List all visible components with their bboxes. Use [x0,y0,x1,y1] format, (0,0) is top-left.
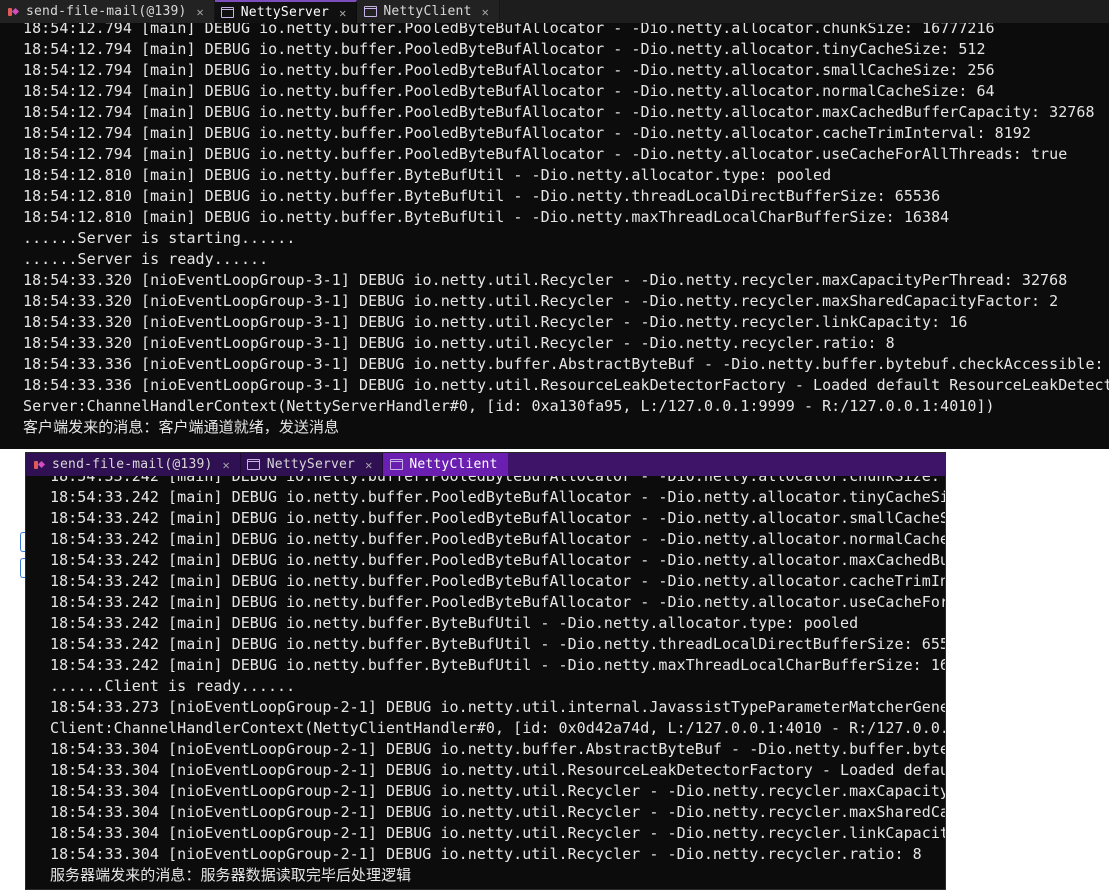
terminal-icon [389,458,403,472]
close-icon[interactable]: ✕ [223,458,230,472]
terminal-line: 服务器端发来的消息：服务器数据读取完毕后处理逻辑 [50,866,412,884]
terminal-line: Server:ChannelHandlerContext(NettyServer… [23,397,995,415]
terminal-line: 18:54:12.794 [main] DEBUG io.netty.buffe… [23,124,1031,142]
client-terminal-window[interactable]: send-file-mail(@139) ✕ NettyServer ✕ Net… [26,453,945,889]
git-branch-icon [6,5,20,19]
terminal-icon [221,6,235,20]
tab-label: send-file-mail(@139) [26,4,187,19]
terminal-line: 18:54:33.304 [nioEventLoopGroup-2-1] DEB… [50,845,922,863]
close-icon[interactable]: ✕ [197,5,204,19]
tab-send-file-mail[interactable]: send-file-mail(@139) ✕ [26,453,241,476]
close-icon[interactable]: ✕ [482,5,489,19]
terminal-line: 18:54:12.794 [main] DEBUG io.netty.buffe… [23,23,995,37]
terminal-line: 18:54:33.304 [nioEventLoopGroup-2-1] DEB… [50,824,945,842]
editor-gutter-marks [0,520,27,620]
terminal-line: 18:54:33.320 [nioEventLoopGroup-3-1] DEB… [23,292,1059,310]
terminal-line: 18:54:33.336 [nioEventLoopGroup-3-1] DEB… [23,355,1109,373]
terminal-line: 18:54:33.242 [main] DEBUG io.netty.buffe… [50,614,859,632]
server-terminal-window[interactable]: send-file-mail(@139) ✕ NettyServer ✕ Net… [0,0,1109,449]
tab-netty-client[interactable]: NettyClient ✕ [357,0,500,23]
terminal-output[interactable]: 18:54:33.242 [main] DEBUG io.netty.buffe… [26,476,945,889]
terminal-line: 18:54:33.273 [nioEventLoopGroup-2-1] DEB… [50,698,945,716]
tab-bar: send-file-mail(@139) ✕ NettyServer ✕ Net… [0,0,1109,23]
terminal-line: 18:54:33.242 [main] DEBUG io.netty.buffe… [50,551,945,569]
tab-label: NettyServer [266,457,356,472]
terminal-line: ......Client is ready...... [50,677,296,695]
terminal-line: 18:54:12.810 [main] DEBUG io.netty.buffe… [23,187,941,205]
terminal-output[interactable]: 18:54:12.794 [main] DEBUG io.netty.buffe… [0,23,1109,449]
terminal-line: 18:54:33.242 [main] DEBUG io.netty.buffe… [50,488,945,506]
terminal-icon [363,5,377,19]
tab-bar: send-file-mail(@139) ✕ NettyServer ✕ Net… [26,453,945,476]
terminal-line: 18:54:12.794 [main] DEBUG io.netty.buffe… [23,61,995,79]
tab-label: NettyClient [409,457,498,472]
terminal-line: 18:54:12.794 [main] DEBUG io.netty.buffe… [23,82,995,100]
terminal-line: ......Server is starting...... [23,229,296,247]
terminal-line: 18:54:33.242 [main] DEBUG io.netty.buffe… [50,593,945,611]
terminal-line: 18:54:12.794 [main] DEBUG io.netty.buffe… [23,103,1095,121]
tab-netty-client[interactable]: NettyClient [383,453,509,476]
terminal-lines: 18:54:33.242 [main] DEBUG io.netty.buffe… [50,476,945,886]
terminal-line: 18:54:33.242 [main] DEBUG io.netty.buffe… [50,572,945,590]
terminal-line: 18:54:12.810 [main] DEBUG io.netty.buffe… [23,208,950,226]
tab-netty-server[interactable]: NettyServer ✕ [214,0,358,23]
tab-label: NettyClient [383,4,472,19]
terminal-line: 18:54:33.242 [main] DEBUG io.netty.buffe… [50,476,945,485]
terminal-icon [247,458,261,472]
terminal-line: 18:54:33.336 [nioEventLoopGroup-3-1] DEB… [23,376,1109,394]
close-icon[interactable]: ✕ [339,6,346,20]
tab-send-file-mail[interactable]: send-file-mail(@139) ✕ [0,0,215,23]
terminal-line: 18:54:33.242 [main] DEBUG io.netty.buffe… [50,530,945,548]
terminal-line: 18:54:12.810 [main] DEBUG io.netty.buffe… [23,166,832,184]
tab-netty-server[interactable]: NettyServer ✕ [240,453,384,476]
terminal-line: 18:54:33.320 [nioEventLoopGroup-3-1] DEB… [23,271,1068,289]
terminal-line: 18:54:33.242 [main] DEBUG io.netty.buffe… [50,635,945,653]
terminal-line: 18:54:33.320 [nioEventLoopGroup-3-1] DEB… [23,334,895,352]
terminal-line: 18:54:12.794 [main] DEBUG io.netty.buffe… [23,145,1068,163]
terminal-line: 18:54:33.242 [main] DEBUG io.netty.buffe… [50,509,945,527]
terminal-line: 18:54:33.304 [nioEventLoopGroup-2-1] DEB… [50,740,945,758]
terminal-line: 18:54:33.320 [nioEventLoopGroup-3-1] DEB… [23,313,968,331]
git-branch-icon [32,458,46,472]
terminal-line: 18:54:33.242 [main] DEBUG io.netty.buffe… [50,656,945,674]
terminal-line: 18:54:33.304 [nioEventLoopGroup-2-1] DEB… [50,782,945,800]
terminal-line: Client:ChannelHandlerContext(NettyClient… [50,719,945,737]
terminal-line: 18:54:12.794 [main] DEBUG io.netty.buffe… [23,40,986,58]
terminal-lines: 18:54:12.794 [main] DEBUG io.netty.buffe… [23,23,1109,438]
terminal-line: 客户端发来的消息：客户端通道就绪，发送消息 [23,418,340,436]
close-icon[interactable]: ✕ [365,458,372,472]
tab-label: NettyServer [240,5,330,20]
terminal-line: 18:54:33.304 [nioEventLoopGroup-2-1] DEB… [50,761,945,779]
tab-label: send-file-mail(@139) [52,457,213,472]
terminal-line: ......Server is ready...... [23,250,269,268]
terminal-line: 18:54:33.304 [nioEventLoopGroup-2-1] DEB… [50,803,945,821]
